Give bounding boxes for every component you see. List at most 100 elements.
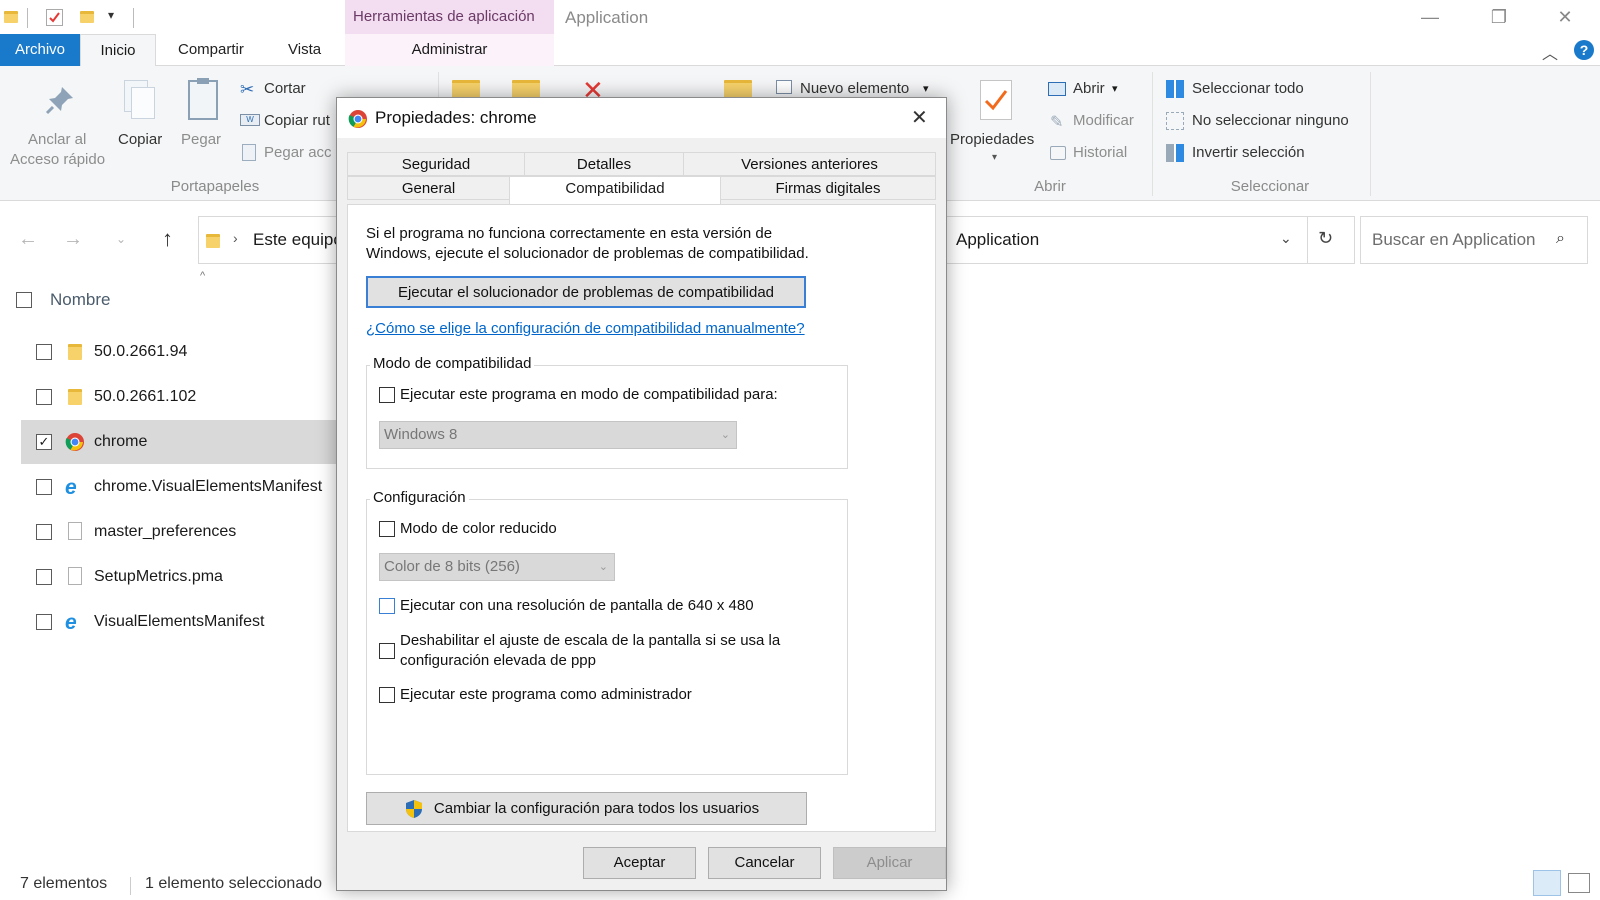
paste-button[interactable]: Pegar	[181, 131, 221, 148]
compat-os-select[interactable]: Windows 8 ⌄	[379, 421, 737, 449]
dialog-title: Propiedades: chrome	[375, 108, 537, 127]
reduced-color-label[interactable]: Modo de color reducido	[400, 519, 557, 539]
close-button[interactable]: ✕	[1542, 0, 1588, 34]
file-row-selected[interactable]: ✓ chrome	[21, 420, 341, 464]
dialog-close-icon[interactable]: ✕	[911, 105, 928, 130]
breadcrumb-current[interactable]: Application	[956, 230, 1039, 250]
resolution-640-label[interactable]: Ejecutar con una resolución de pantalla …	[400, 596, 754, 616]
color-depth-select[interactable]: Color de 8 bits (256) ⌄	[379, 553, 615, 581]
chevron-down-icon: ▾	[992, 152, 998, 163]
column-header-name[interactable]: Nombre	[50, 290, 110, 310]
tab-inicio[interactable]: Inicio	[80, 34, 156, 67]
file-row[interactable]: 50.0.2661.102	[21, 375, 341, 419]
tab-general[interactable]: General	[347, 176, 510, 200]
tab-archivo[interactable]: Archivo	[0, 34, 80, 66]
copy-button[interactable]: Copiar	[118, 131, 162, 148]
breadcrumb-this-pc[interactable]: Este equipo	[253, 230, 343, 250]
row-checkbox[interactable]	[36, 524, 52, 540]
up-arrow-icon[interactable]: ↑	[162, 226, 173, 252]
modify-button[interactable]: Modificar	[1073, 112, 1134, 129]
select-all-checkbox[interactable]	[16, 292, 32, 308]
ok-button[interactable]: Aceptar	[583, 847, 696, 879]
select-none-button[interactable]: No seleccionar ninguno	[1192, 112, 1349, 129]
change-all-users-button[interactable]: Cambiar la configuración para todos los …	[366, 792, 807, 825]
collapse-ribbon-icon[interactable]: ︿	[1542, 40, 1558, 64]
file-row[interactable]: e chrome.VisualElementsManifest	[21, 465, 341, 509]
dpi-scaling-label-1[interactable]: Deshabilitar el ajuste de escala de la p…	[400, 631, 780, 651]
refresh-icon[interactable]: ↻	[1318, 228, 1333, 249]
tab-detalles[interactable]: Detalles	[524, 152, 684, 176]
maximize-button[interactable]: ❐	[1476, 0, 1522, 34]
divider	[130, 877, 131, 895]
minimize-button[interactable]: —	[1407, 0, 1453, 34]
manual-settings-link[interactable]: ¿Cómo se elige la configuración de compa…	[366, 319, 805, 339]
compat-mode-check-label[interactable]: Ejecutar este programa en modo de compat…	[400, 385, 778, 405]
row-checkbox[interactable]	[36, 479, 52, 495]
resolution-640-checkbox[interactable]	[379, 598, 395, 614]
folder-icon	[68, 389, 82, 405]
large-icons-view-icon[interactable]	[1568, 873, 1590, 893]
forward-arrow-icon[interactable]: →	[63, 228, 83, 251]
back-arrow-icon[interactable]: ←	[18, 228, 38, 251]
search-icon[interactable]: ⌕	[1556, 230, 1565, 248]
file-row[interactable]: SetupMetrics.pma	[21, 555, 341, 599]
anclar-label[interactable]: Anclar al	[28, 131, 86, 148]
open-icon	[1048, 82, 1066, 96]
file-name: 50.0.2661.94	[94, 343, 188, 360]
compat-mode-checkbox[interactable]	[379, 387, 395, 403]
tab-administrar[interactable]: Administrar	[345, 34, 554, 66]
customize-quick-access-icon[interactable]: ▾	[108, 8, 114, 22]
properties-dialog: Propiedades: chrome ✕ Seguridad Detalles…	[336, 97, 947, 891]
paste-shortcut-button[interactable]: Pegar acc	[264, 144, 332, 161]
tab-compartir[interactable]: Compartir	[178, 34, 244, 66]
cut-button[interactable]: Cortar	[264, 80, 306, 97]
file-row[interactable]: 50.0.2661.94	[21, 330, 341, 374]
tab-seguridad[interactable]: Seguridad	[347, 152, 525, 176]
uac-shield-icon	[405, 799, 423, 830]
tab-firmas-digitales[interactable]: Firmas digitales	[720, 176, 936, 200]
tab-versiones-anteriores[interactable]: Versiones anteriores	[683, 152, 936, 176]
paste-shortcut-icon	[242, 144, 256, 161]
chevron-down-icon: ⌄	[598, 561, 608, 573]
invert-selection-icon	[1166, 144, 1184, 162]
select-all-button[interactable]: Seleccionar todo	[1192, 80, 1304, 97]
row-checkbox-checked[interactable]: ✓	[36, 434, 52, 450]
row-checkbox[interactable]	[36, 569, 52, 585]
row-checkbox[interactable]	[36, 344, 52, 360]
help-icon[interactable]: ?	[1574, 40, 1594, 60]
tab-compatibilidad[interactable]: Compatibilidad	[509, 176, 721, 205]
file-name: VisualElementsManifest	[94, 613, 265, 630]
open-button[interactable]: Abrir	[1073, 80, 1105, 97]
breadcrumb-chevron-icon[interactable]: ›	[233, 230, 238, 246]
reduced-color-checkbox[interactable]	[379, 521, 395, 537]
address-dropdown-icon[interactable]: ⌄	[1280, 230, 1292, 247]
apply-button[interactable]: Aplicar	[833, 847, 946, 879]
history-button[interactable]: Historial	[1073, 144, 1127, 161]
row-checkbox[interactable]	[36, 614, 52, 630]
details-view-icon[interactable]	[1533, 870, 1561, 896]
run-as-admin-label[interactable]: Ejecutar este programa como administrado…	[400, 685, 692, 705]
divider	[1307, 216, 1308, 264]
anclar-label-2[interactable]: Acceso rápido	[10, 151, 105, 168]
properties-quick-icon[interactable]	[46, 9, 63, 26]
row-checkbox[interactable]	[36, 389, 52, 405]
file-name: chrome.VisualElementsManifest	[94, 478, 323, 495]
run-as-admin-checkbox[interactable]	[379, 687, 395, 703]
file-name: chrome	[94, 433, 148, 450]
run-troubleshooter-button[interactable]: Ejecutar el solucionador de problemas de…	[366, 276, 806, 308]
compatibility-panel: Si el programa no funciona correctamente…	[347, 204, 936, 832]
new-folder-icon[interactable]	[80, 11, 94, 23]
cancel-button[interactable]: Cancelar	[708, 847, 821, 879]
tab-vista[interactable]: Vista	[288, 34, 321, 66]
file-row[interactable]: e VisualElementsManifest	[21, 600, 341, 644]
dpi-scaling-label-2[interactable]: configuración elevada de ppp	[400, 651, 596, 671]
recent-locations-icon[interactable]: ⌄	[116, 232, 126, 246]
file-row[interactable]: master_preferences	[21, 510, 341, 554]
copy-path-button[interactable]: Copiar rut	[264, 112, 330, 129]
properties-button[interactable]: Propiedades	[950, 131, 1034, 148]
new-item-button[interactable]: Nuevo elemento	[800, 80, 909, 97]
invert-selection-button[interactable]: Invertir selección	[1192, 144, 1305, 161]
folder-icon[interactable]	[4, 11, 18, 23]
dpi-scaling-checkbox[interactable]	[379, 643, 395, 659]
group-divider	[1152, 72, 1153, 196]
